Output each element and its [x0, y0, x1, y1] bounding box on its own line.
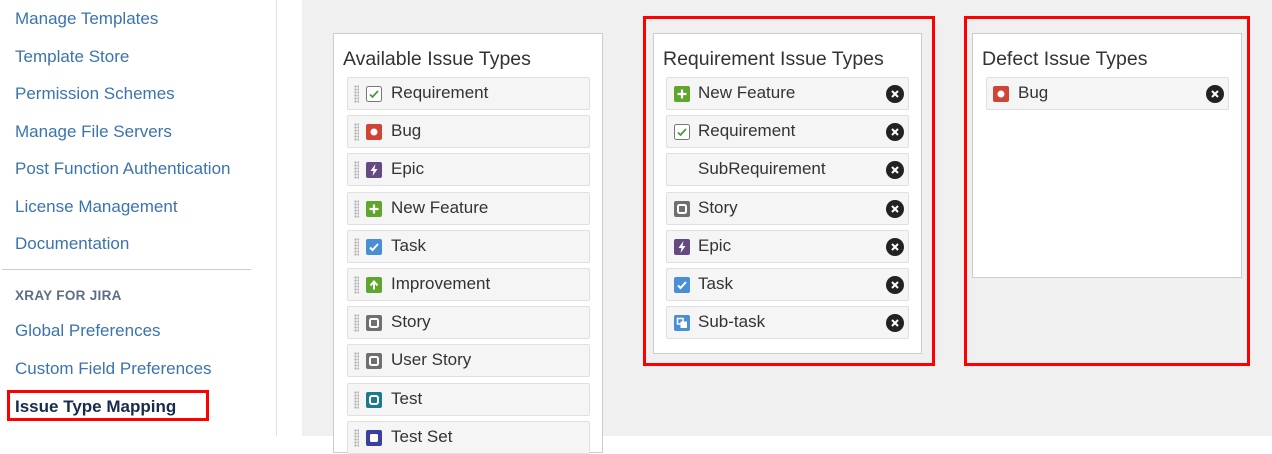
improvement-icon — [366, 277, 382, 293]
remove-icon[interactable] — [886, 237, 904, 256]
issue-type-requirement[interactable]: Requirement — [347, 77, 590, 110]
issue-type-label: Epic — [698, 235, 732, 255]
remove-icon[interactable] — [886, 161, 904, 180]
issue-type-label: Story — [698, 197, 738, 217]
requirement-icon — [366, 86, 382, 102]
issue-type-test-set[interactable]: Test Set — [347, 420, 590, 454]
issue-type-label: User Story — [391, 350, 472, 370]
issue-type-label: SubRequirement — [698, 159, 826, 179]
admin-sidebar: Manage Templates Template Store Permissi… — [0, 0, 277, 436]
nav-manage-file-servers[interactable]: Manage File Servers — [15, 122, 172, 142]
issue-type-new-feature[interactable]: New Feature — [347, 191, 590, 225]
issue-type-bug[interactable]: Bug — [986, 77, 1229, 110]
drag-handle-icon[interactable] — [354, 390, 359, 409]
requirement-icon — [674, 124, 690, 141]
drag-handle-icon[interactable] — [354, 276, 359, 294]
issue-type-label: New Feature — [391, 197, 489, 217]
issue-type-user-story[interactable]: User Story — [347, 344, 590, 378]
issue-type-task[interactable]: Task — [347, 229, 590, 263]
bug-icon — [366, 124, 382, 141]
task-icon — [366, 238, 382, 255]
nav-issue-type-mapping: Issue Type Mapping — [15, 397, 177, 416]
test-icon — [366, 391, 382, 408]
drag-handle-icon[interactable] — [354, 352, 359, 371]
issue-type-label: Improvement — [391, 274, 491, 293]
remove-icon[interactable] — [886, 199, 904, 218]
nav-post-function-authentication[interactable]: Post Function Authentication — [15, 159, 230, 179]
remove-icon[interactable] — [1206, 85, 1224, 103]
issue-type-improvement[interactable]: Improvement — [347, 268, 590, 301]
drag-handle-icon[interactable] — [354, 123, 359, 142]
section-heading-xray: XRAY FOR JIRA — [15, 288, 122, 303]
issue-type-label: Requirement — [698, 121, 796, 141]
issue-type-story[interactable]: Story — [347, 306, 590, 340]
new-feature-icon — [366, 200, 382, 217]
drag-handle-icon[interactable] — [354, 199, 359, 218]
issue-type-label: Bug — [391, 121, 422, 141]
issue-type-label: Test — [391, 388, 423, 408]
remove-icon[interactable] — [886, 123, 904, 142]
new-feature-icon — [674, 86, 690, 102]
issue-type-label: Task — [391, 235, 426, 255]
sub-task-icon — [674, 315, 690, 332]
issue-type-label: Sub-task — [698, 312, 766, 332]
story-icon — [366, 353, 382, 370]
issue-type-subrequirement[interactable]: SubRequirement — [666, 153, 909, 187]
issue-type-label: Test Set — [391, 426, 453, 446]
nav-template-store[interactable]: Template Store — [15, 47, 129, 67]
available-issue-types-panel: Available Issue Types Requirement Bug Epic… — [333, 33, 603, 454]
drag-handle-icon[interactable] — [354, 428, 359, 447]
issue-type-label: Bug — [1018, 83, 1049, 102]
test-set-icon — [366, 429, 382, 446]
issue-type-label: Requirement — [391, 83, 489, 102]
panel-title: Requirement Issue Types — [663, 48, 884, 70]
nav-manage-templates[interactable]: Manage Templates — [15, 9, 158, 29]
issue-type-requirement[interactable]: Requirement — [666, 115, 909, 149]
nav-documentation[interactable]: Documentation — [15, 234, 129, 254]
panel-title: Available Issue Types — [343, 48, 531, 70]
story-icon — [366, 315, 382, 332]
requirement-issue-types-panel: Requirement Issue Types New Feature Requi… — [653, 33, 922, 354]
issue-type-epic[interactable]: Epic — [666, 229, 909, 263]
issue-type-bug[interactable]: Bug — [347, 115, 590, 149]
bug-icon — [993, 86, 1009, 102]
panel-title: Defect Issue Types — [982, 48, 1148, 70]
drag-handle-icon[interactable] — [354, 85, 359, 103]
issue-type-label: New Feature — [698, 83, 796, 102]
nav-custom-field-preferences[interactable]: Custom Field Preferences — [15, 359, 212, 379]
nav-license-management[interactable]: License Management — [15, 197, 178, 217]
issue-type-epic[interactable]: Epic — [347, 153, 590, 187]
issue-type-sub-task[interactable]: Sub-task — [666, 306, 909, 340]
sidebar-divider — [2, 269, 251, 270]
nav-global-preferences[interactable]: Global Preferences — [15, 321, 161, 341]
nav-issue-type-mapping-highlight[interactable]: Issue Type Mapping — [7, 390, 209, 421]
remove-icon[interactable] — [886, 276, 904, 294]
issue-type-test[interactable]: Test — [347, 382, 590, 416]
issue-type-label: Task — [698, 274, 733, 293]
remove-icon[interactable] — [886, 85, 904, 103]
nav-permission-schemes[interactable]: Permission Schemes — [15, 84, 175, 104]
issue-type-story[interactable]: Story — [666, 191, 909, 225]
story-icon — [674, 200, 690, 217]
remove-icon[interactable] — [886, 314, 904, 333]
issue-type-label: Story — [391, 312, 431, 332]
task-icon — [674, 277, 690, 293]
defect-issue-types-panel: Defect Issue Types Bug — [972, 33, 1242, 278]
issue-type-label: Epic — [391, 159, 425, 179]
epic-icon — [366, 162, 382, 179]
epic-icon — [674, 238, 690, 255]
drag-handle-icon[interactable] — [354, 237, 359, 256]
drag-handle-icon[interactable] — [354, 161, 359, 180]
drag-handle-icon[interactable] — [354, 314, 359, 333]
issue-type-task[interactable]: Task — [666, 268, 909, 301]
issue-type-new-feature[interactable]: New Feature — [666, 77, 909, 110]
